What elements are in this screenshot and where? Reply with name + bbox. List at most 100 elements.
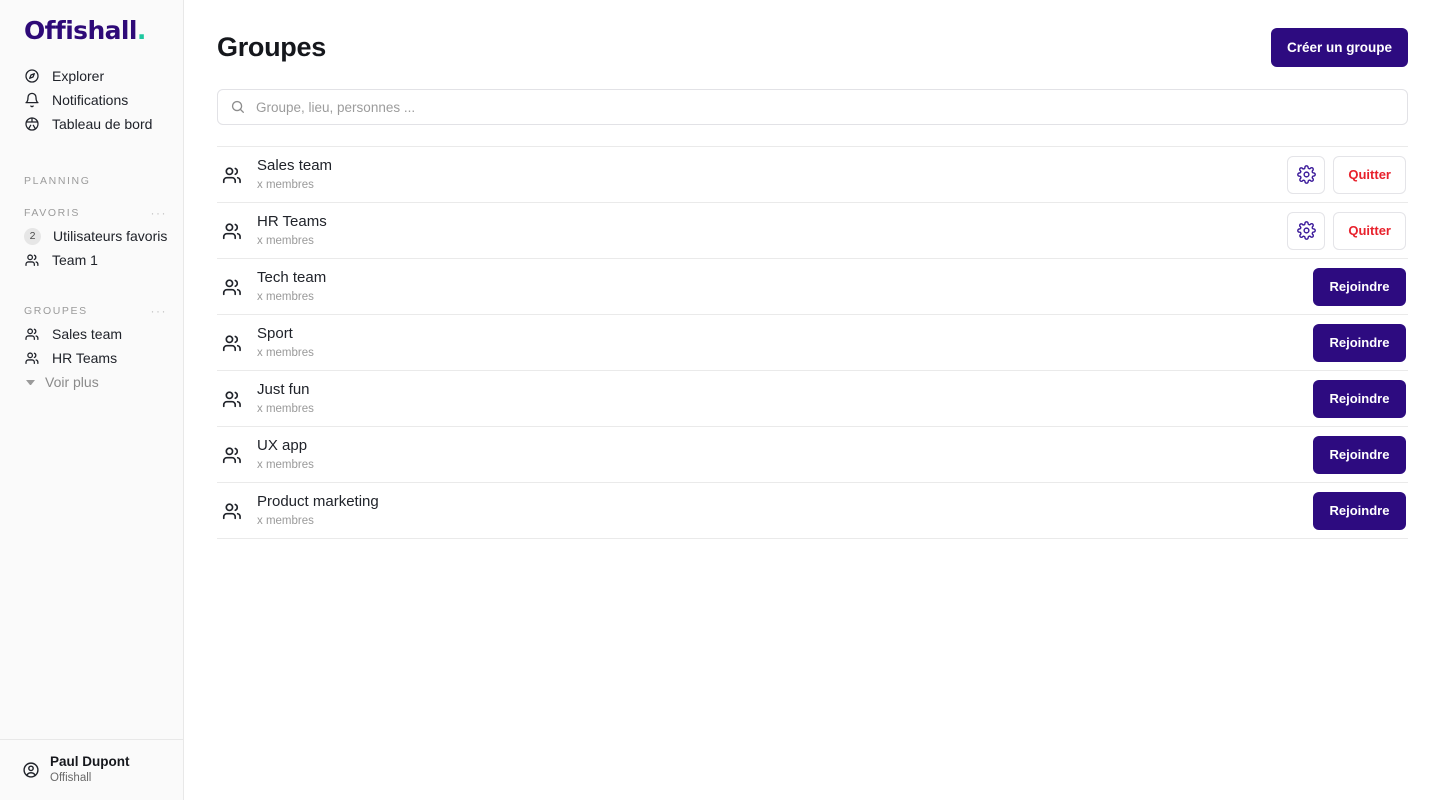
sidebar-item-utilisateurs-favoris[interactable]: 2 Utilisateurs favoris — [0, 224, 183, 248]
group-name: UX app — [257, 437, 308, 455]
group-members-count: x membres — [257, 290, 314, 303]
search-input[interactable] — [256, 99, 1395, 115]
favoris-menu-icon[interactable]: ··· — [151, 206, 168, 220]
search-icon — [230, 99, 246, 115]
gear-icon — [1297, 221, 1316, 240]
app-root: Offishall. Explorer Notifications Tablea… — [0, 0, 1440, 800]
group-info: HR Teams x membres — [221, 212, 327, 249]
table-row[interactable]: Sport x membres Rejoindre — [217, 315, 1408, 371]
people-icon — [221, 388, 243, 410]
show-more-label: Voir plus — [45, 374, 99, 390]
app-logo[interactable]: Offishall. — [0, 0, 183, 62]
sidebar-item-label: Sales team — [52, 326, 123, 342]
people-icon — [24, 252, 40, 268]
table-row[interactable]: Sales team x membres Quitter — [217, 147, 1408, 203]
people-icon — [221, 276, 243, 298]
join-group-button[interactable]: Rejoindre — [1313, 435, 1406, 474]
join-group-button[interactable]: Rejoindre — [1313, 323, 1406, 362]
group-info: Sport x membres — [221, 324, 314, 361]
people-icon — [24, 350, 40, 366]
group-info: Product marketing x membres — [221, 492, 379, 529]
row-actions: Rejoindre — [1313, 379, 1406, 418]
section-planning: PLANNING — [0, 170, 183, 192]
sidebar-item-sales-team[interactable]: Sales team — [0, 322, 183, 346]
bell-icon — [24, 92, 40, 108]
table-row[interactable]: Product marketing x membres Rejoindre — [217, 483, 1408, 539]
group-name: Sales team — [257, 157, 333, 175]
page-header: Groupes Créer un groupe — [184, 0, 1440, 67]
group-members-count: x membres — [257, 458, 314, 471]
compass-icon — [24, 68, 40, 84]
search-bar[interactable] — [217, 89, 1408, 125]
user-circle-icon — [22, 761, 40, 779]
join-group-button[interactable]: Rejoindre — [1313, 491, 1406, 530]
table-row[interactable]: Just fun x membres Rejoindre — [217, 371, 1408, 427]
logo-dot: . — [136, 16, 147, 45]
group-info: UX app x membres — [221, 436, 314, 473]
dashboard-icon — [24, 116, 40, 132]
sidebar-item-label: Team 1 — [52, 252, 98, 268]
group-name: HR Teams — [257, 213, 327, 231]
group-name: Tech team — [257, 269, 327, 287]
people-icon — [221, 444, 243, 466]
sidebar-item-dashboard[interactable]: Tableau de bord — [0, 112, 183, 136]
group-members-count: x membres — [257, 514, 314, 527]
sidebar-item-team-1[interactable]: Team 1 — [0, 248, 183, 272]
section-favoris-label: FAVORIS — [24, 207, 80, 219]
row-actions: Rejoindre — [1313, 435, 1406, 474]
user-name: Paul Dupont — [50, 754, 130, 770]
row-actions: Rejoindre — [1313, 323, 1406, 362]
section-groupes-label: GROUPES — [24, 305, 88, 317]
people-icon — [221, 164, 243, 186]
show-more-button[interactable]: Voir plus — [0, 370, 183, 394]
people-icon — [221, 220, 243, 242]
row-actions: Rejoindre — [1313, 491, 1406, 530]
section-groupes: GROUPES ··· — [0, 300, 183, 322]
people-icon — [221, 500, 243, 522]
row-actions: Quitter — [1287, 155, 1406, 194]
group-settings-button[interactable] — [1287, 211, 1326, 250]
group-info: Tech team x membres — [221, 268, 326, 305]
sidebar-item-label: Notifications — [52, 92, 129, 108]
logo-text: Offishall. — [24, 16, 147, 45]
search-section — [184, 67, 1440, 125]
sidebar-item-notifications[interactable]: Notifications — [0, 88, 183, 112]
group-name: Product marketing — [257, 493, 379, 511]
favoris-count-badge: 2 — [24, 227, 41, 245]
table-row[interactable]: UX app x membres Rejoindre — [217, 427, 1408, 483]
group-members-count: x membres — [257, 346, 314, 359]
page-title: Groupes — [217, 32, 326, 62]
people-icon — [24, 326, 40, 342]
group-name: Sport — [257, 325, 293, 343]
group-info: Sales team x membres — [221, 156, 332, 193]
user-profile-card[interactable]: Paul Dupont Offishall — [0, 739, 184, 800]
join-group-button[interactable]: Rejoindre — [1313, 267, 1406, 306]
chevron-down-icon — [26, 379, 35, 385]
section-favoris: FAVORIS ··· — [0, 202, 183, 224]
join-group-button[interactable]: Rejoindre — [1313, 379, 1406, 418]
group-members-count: x membres — [257, 402, 314, 415]
leave-group-button[interactable]: Quitter — [1333, 211, 1406, 250]
primary-nav: Explorer Notifications Tableau de bord — [0, 62, 183, 144]
create-group-button[interactable]: Créer un groupe — [1270, 28, 1408, 67]
leave-group-button[interactable]: Quitter — [1333, 155, 1406, 194]
table-row[interactable]: Tech team x membres Rejoindre — [217, 259, 1408, 315]
group-settings-button[interactable] — [1287, 155, 1326, 194]
group-members-count: x membres — [257, 234, 314, 247]
group-members-count: x membres — [257, 178, 314, 191]
groupes-menu-icon[interactable]: ··· — [151, 304, 168, 318]
sidebar-item-label: Utilisateurs favoris — [53, 228, 168, 244]
sidebar-item-label: HR Teams — [52, 350, 118, 366]
gear-icon — [1297, 165, 1316, 184]
user-org: Offishall — [50, 772, 92, 785]
main-content: Groupes Créer un groupe Sales team — [184, 0, 1440, 800]
sidebar-item-explorer[interactable]: Explorer — [0, 64, 183, 88]
sidebar-item-label: Tableau de bord — [52, 116, 153, 132]
table-row[interactable]: HR Teams x membres Quitter — [217, 203, 1408, 259]
row-actions: Quitter — [1287, 211, 1406, 250]
sidebar-item-hr-teams[interactable]: HR Teams — [0, 346, 183, 370]
sidebar-item-label: Explorer — [52, 68, 105, 84]
